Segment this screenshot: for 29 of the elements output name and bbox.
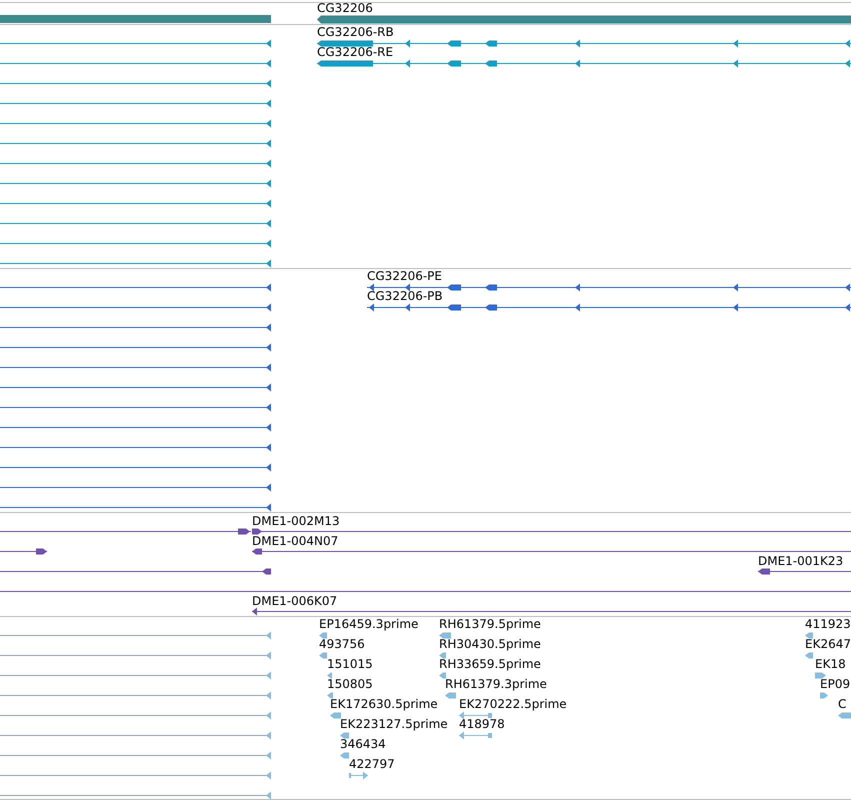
feature-label: DME1-006K07 bbox=[252, 594, 338, 608]
feature-label: CG32206 bbox=[317, 1, 373, 15]
feature-label: EP09 bbox=[820, 677, 850, 691]
feature-label: CG32206-RB bbox=[317, 25, 394, 39]
feature-label: CG32206-PE bbox=[367, 269, 442, 283]
feature-label: 151015 bbox=[327, 657, 373, 671]
feature-label: 422797 bbox=[349, 757, 395, 771]
feature-label: 493756 bbox=[319, 637, 365, 651]
feature-label: CG32206-RE bbox=[317, 45, 394, 59]
feature-label: 150805 bbox=[327, 677, 373, 691]
feature-label: EK18 bbox=[815, 657, 846, 671]
feature-label: DME1-001K23 bbox=[758, 554, 844, 568]
feature-label: 411923 bbox=[805, 617, 851, 631]
feature-label: EK172630.5prime bbox=[330, 697, 438, 711]
feature-label: RH61379.5prime bbox=[439, 617, 541, 631]
feature-label: 418978 bbox=[459, 717, 505, 731]
feature-label: EK270222.5prime bbox=[459, 697, 567, 711]
feature-label: RH61379.3prime bbox=[445, 677, 547, 691]
feature-label: EP16459.3prime bbox=[319, 617, 418, 631]
feature-label: DME1-004N07 bbox=[252, 534, 338, 548]
feature-label: DME1-002M13 bbox=[252, 514, 340, 528]
feature-label: RH33659.5prime bbox=[439, 657, 541, 671]
feature-label: 346434 bbox=[340, 737, 386, 751]
feature-label: RH30430.5prime bbox=[439, 637, 541, 651]
feature-label: EK2647 bbox=[805, 637, 851, 651]
feature-label: CG32206-PB bbox=[367, 289, 443, 303]
feature-label: C bbox=[838, 697, 846, 711]
feature-glyph bbox=[0, 548, 48, 554]
feature-label: EK223127.5prime bbox=[340, 717, 448, 731]
